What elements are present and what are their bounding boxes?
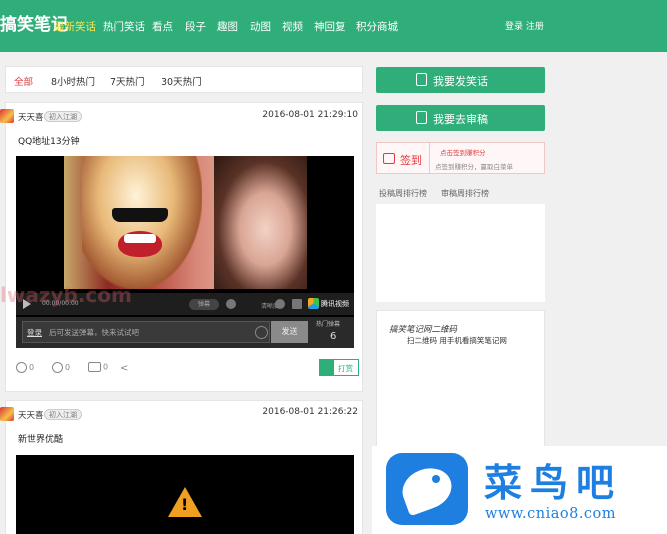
warning-exclamation-icon: ! [181, 495, 189, 514]
bird-logo-icon [386, 453, 468, 525]
calendar-icon [383, 153, 395, 164]
checkin-box[interactable]: 签到 点击签到赚积分 点签到赚积分，赢取白菜单 [376, 142, 545, 174]
video-player[interactable]: 00:00/00:00 弹幕 清晰度 腾讯视频 登录 后可发送弹幕，快来试试吧 … [16, 156, 354, 348]
emoji-icon[interactable] [255, 326, 268, 339]
publish-joke-label: 我要发笑话 [433, 75, 488, 88]
danmaku-input[interactable]: 登录 后可发送弹幕，快来试试吧 [22, 321, 270, 343]
settings-icon[interactable] [275, 299, 285, 309]
nav-jokes-text[interactable]: 段子 [185, 19, 206, 34]
hot-danmaku-label: 热门弹幕 [316, 321, 341, 328]
like-button[interactable]: 0 [16, 362, 34, 373]
post-actions: 0 0 0 < 打赏 [16, 359, 359, 376]
qr-code-panel: 搞笑笔记网二维码 扫二维码 用手机看搞笑笔记网 [376, 310, 545, 450]
teeth-graphic [124, 234, 156, 243]
tab-30d-hot[interactable]: 30天热门 [161, 74, 202, 88]
overlay-watermark: lwazyb.com [0, 283, 132, 307]
dislike-button[interactable]: 0 [52, 362, 70, 373]
send-icon[interactable] [226, 299, 236, 309]
dislike-count: 0 [65, 363, 71, 372]
share-icon[interactable]: < [120, 363, 128, 374]
post-author[interactable]: 天天喜 [18, 111, 44, 123]
danmaku-login-link[interactable]: 登录 [27, 327, 42, 338]
nav-funny-pics[interactable]: 趣图 [217, 19, 238, 34]
nav-videos[interactable]: 视频 [282, 19, 303, 34]
rank-tabs: 投稿周排行榜 审稿周排行榜 [376, 186, 545, 202]
bird-shape [396, 461, 458, 517]
comment-button[interactable]: 0 [88, 362, 108, 372]
checkin-label[interactable]: 签到 [400, 152, 422, 168]
reward-button[interactable]: 打赏 [319, 359, 359, 376]
tab-review-weekly-rank[interactable]: 审稿周排行榜 [441, 188, 489, 199]
avatar[interactable] [0, 109, 14, 123]
post-time: 2016-08-01 21:26:22 [262, 407, 358, 417]
watermark-url: www.cniao8.com [485, 506, 617, 522]
avatar[interactable] [0, 407, 14, 421]
rank-list [376, 204, 545, 302]
girl-photo [214, 156, 307, 289]
tab-all[interactable]: 全部 [14, 74, 33, 88]
reward-label: 打赏 [338, 364, 353, 373]
review-button[interactable]: 我要去审稿 [376, 105, 545, 131]
bird-eye [432, 475, 440, 483]
like-count: 0 [29, 363, 35, 372]
sunglasses-graphic [112, 208, 168, 222]
tencent-logo-icon [308, 298, 319, 309]
tencent-video-logo[interactable]: 腾讯视频 [308, 298, 352, 310]
danmaku-bar: 登录 后可发送弹幕，快来试试吧 发送 热门弹幕 6 [16, 317, 354, 348]
comment-icon [88, 362, 101, 372]
nav-god-replies[interactable]: 神回复 [314, 19, 346, 34]
video-thumbnail [64, 156, 307, 289]
tab-7d-hot[interactable]: 7天热门 [110, 74, 145, 88]
danmaku-send-button[interactable]: 发送 [271, 321, 308, 343]
document-icon [416, 111, 427, 124]
nav-gifs[interactable]: 动图 [250, 19, 271, 34]
pencil-icon [416, 73, 427, 86]
nav-latest-jokes[interactable]: 最新笑话 [54, 19, 96, 34]
filter-tabs: 全部 8小时热门 7天热门 30天热门 [5, 66, 363, 93]
nav-hot-jokes[interactable]: 热门笑话 [103, 19, 145, 34]
nav-points-mall[interactable]: 积分商城 [356, 19, 398, 34]
qr-title: 搞笑笔记网二维码 [389, 325, 458, 335]
fullscreen-icon[interactable] [292, 299, 302, 309]
post-title[interactable]: QQ地址13分钟 [18, 134, 80, 147]
video-player[interactable]: ! [16, 455, 354, 534]
publish-joke-button[interactable]: 我要发笑话 [376, 67, 545, 93]
post-author[interactable]: 天天喜 [18, 409, 44, 421]
danmaku-hint: 后可发送弹幕，快来试试吧 [49, 328, 139, 337]
login-register-link[interactable]: 登录 注册 [505, 19, 544, 32]
divider [429, 143, 430, 173]
review-label: 我要去审稿 [433, 113, 488, 126]
checkin-info-text: 点签到赚积分，赢取白菜单 [435, 163, 513, 171]
user-level-badge: 初入江湖 [44, 111, 82, 122]
top-nav-bar: 搞笑笔记 最新笑话 热门笑话 看点 段子 趣图 动图 视频 神回复 积分商城 登… [0, 0, 667, 52]
hot-danmaku-count: 6 [330, 331, 337, 342]
watermark-brand: 菜鸟吧 [484, 460, 623, 505]
sad-icon [52, 362, 63, 373]
comment-count: 0 [103, 362, 109, 372]
nav-highlights[interactable]: 看点 [152, 19, 173, 34]
tab-submit-weekly-rank[interactable]: 投稿周排行榜 [379, 188, 427, 199]
post-title[interactable]: 新世界优酷 [18, 432, 63, 445]
qr-subtitle: 扫二维码 用手机看搞笑笔记网 [407, 336, 507, 345]
user-level-badge: 初入江湖 [44, 409, 82, 420]
reward-icon [320, 360, 334, 375]
danmaku-toggle[interactable]: 弹幕 [189, 299, 219, 310]
cartoon-face-image [82, 156, 202, 289]
smile-icon [16, 362, 27, 373]
post-time: 2016-08-01 21:29:10 [262, 110, 358, 120]
tab-8h-hot[interactable]: 8小时热门 [51, 74, 95, 88]
checkin-earn-text[interactable]: 点击签到赚积分 [440, 147, 486, 157]
site-watermark: 菜鸟吧 www.cniao8.com [372, 446, 667, 534]
tencent-video-label: 腾讯视频 [321, 300, 349, 308]
